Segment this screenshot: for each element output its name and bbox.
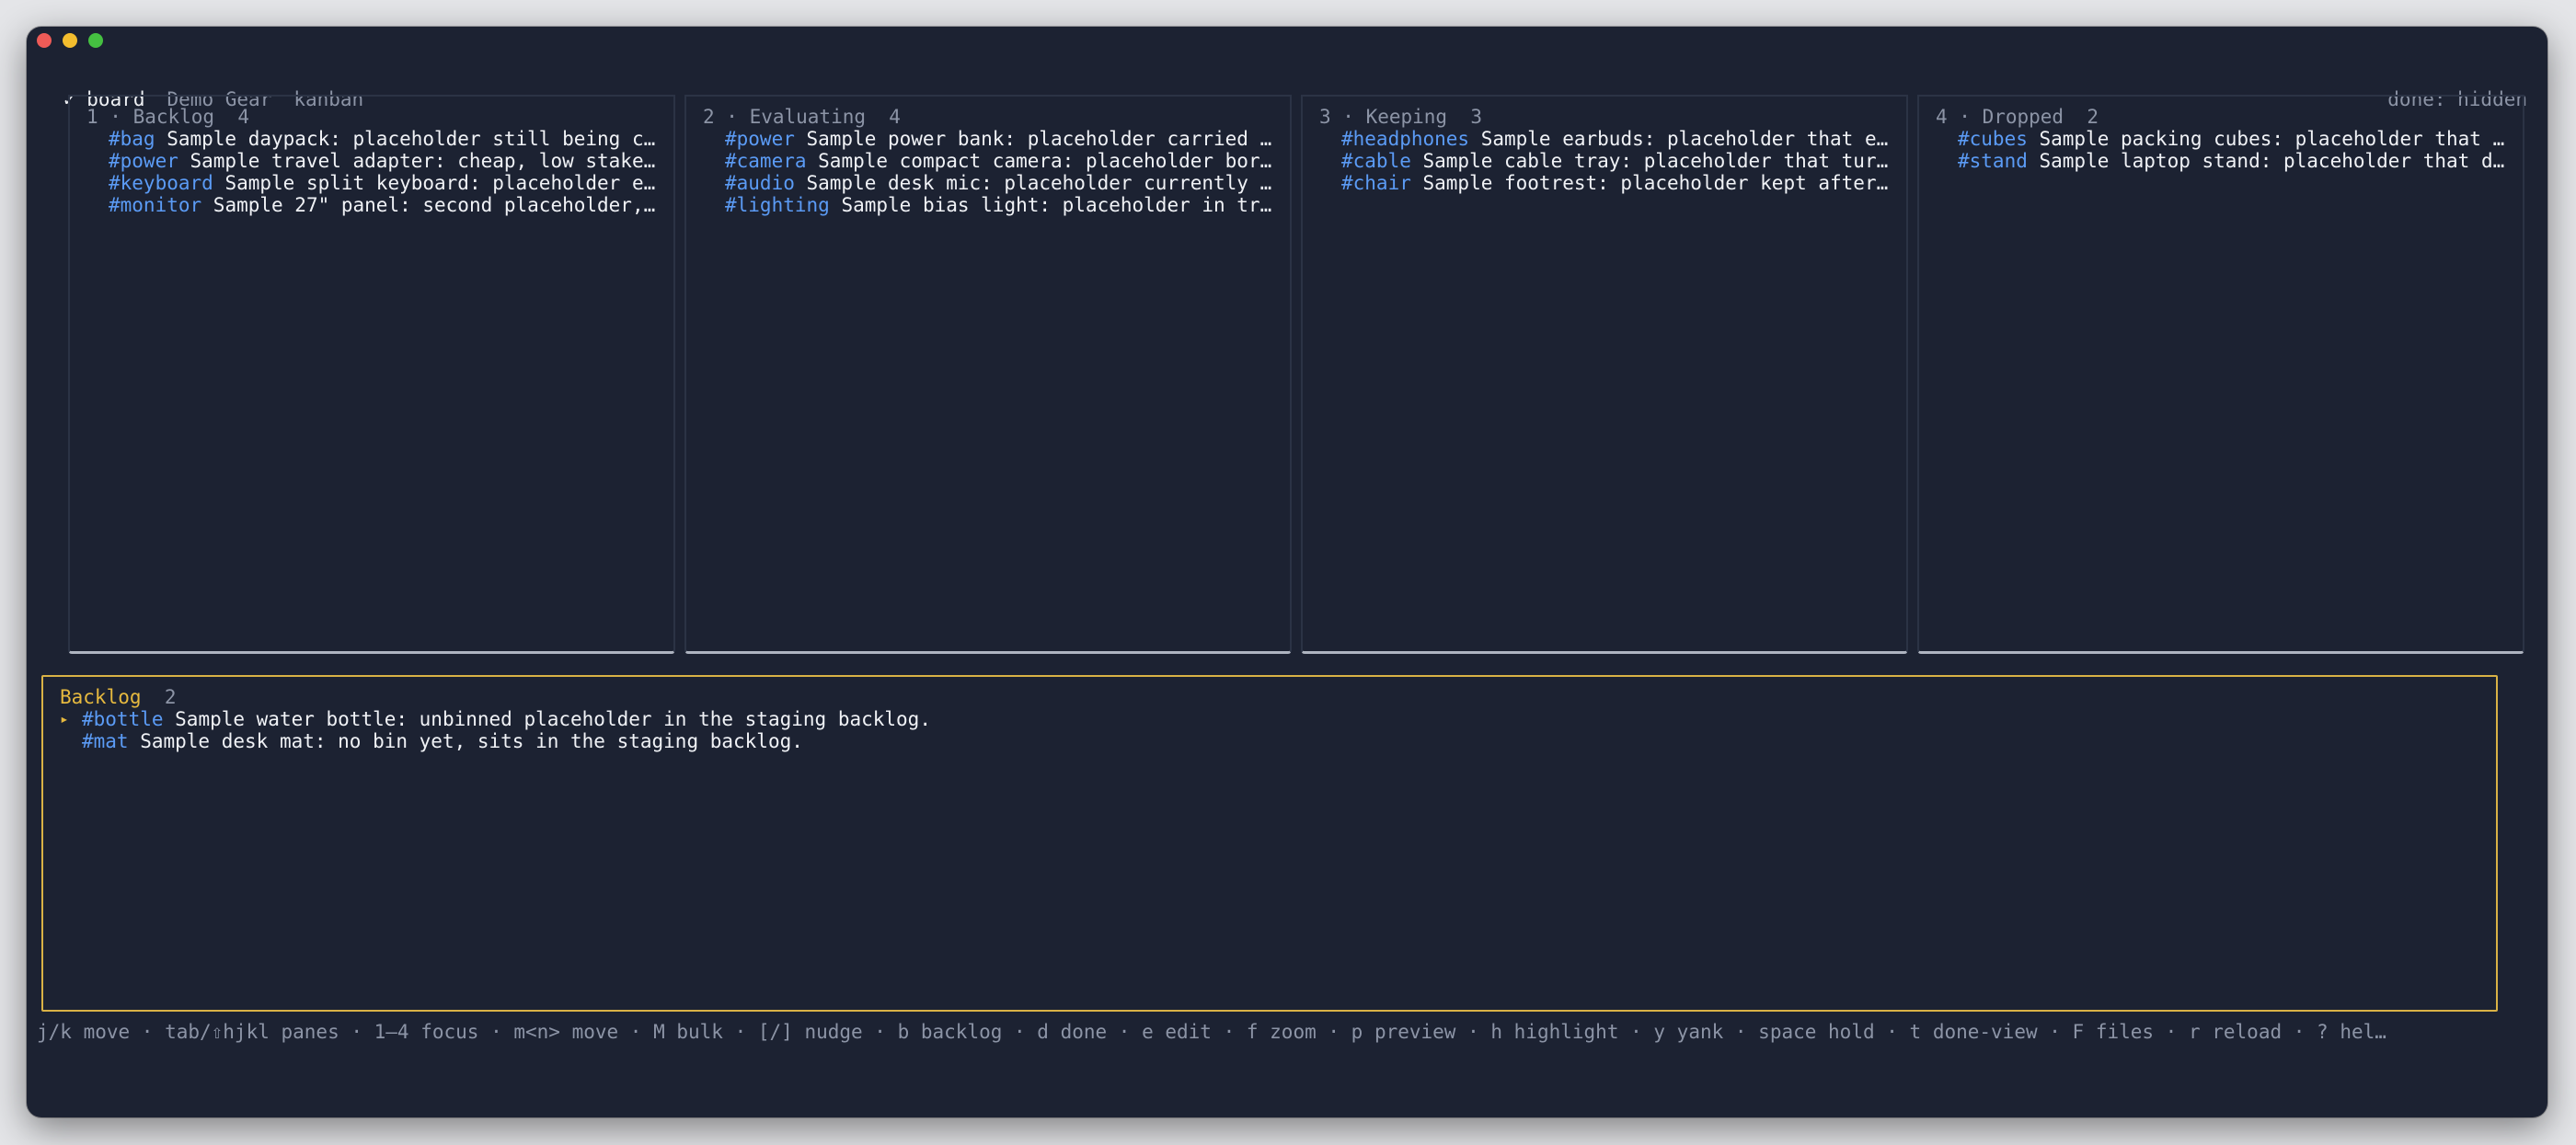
card-item[interactable]: #monitor Sample 27" panel: second placeh… bbox=[109, 194, 659, 216]
card-text: Sample 27" panel: second placeholder, no… bbox=[213, 194, 659, 216]
card-tag: #keyboard bbox=[109, 172, 213, 194]
card-item[interactable]: #keyboard Sample split keyboard: placeho… bbox=[109, 172, 659, 194]
card-text: Sample desk mic: placeholder currently b… bbox=[806, 172, 1276, 194]
card-list: #power Sample power bank: placeholder ca… bbox=[725, 128, 1275, 216]
backlog-card-selected[interactable]: ▸ #bottle Sample water bottle: unbinned p… bbox=[60, 708, 2481, 730]
backlog-header: Backlog 2 bbox=[60, 686, 176, 708]
card-item[interactable]: #lighting Sample bias light: placeholder… bbox=[725, 194, 1275, 216]
column-keeping[interactable]: 3 · Keeping 3 #headphones Sample earbuds… bbox=[1301, 95, 1908, 654]
card-text: Sample footrest: placeholder kept after … bbox=[1422, 172, 1892, 194]
column-evaluating[interactable]: 2 · Evaluating 4 #power Sample power ban… bbox=[684, 95, 1292, 654]
card-tag: #power bbox=[109, 150, 178, 172]
selection-marker-icon: ▸ bbox=[60, 710, 69, 727]
card-list: #bag Sample daypack: placeholder still b… bbox=[109, 128, 659, 216]
card-item[interactable]: #audio Sample desk mic: placeholder curr… bbox=[725, 172, 1275, 194]
card-text: Sample daypack: placeholder still being … bbox=[167, 128, 659, 150]
backlog-count: 2 bbox=[164, 686, 177, 708]
card-item[interactable]: #power Sample travel adapter: cheap, low… bbox=[109, 150, 659, 172]
card-tag: #cable bbox=[1341, 150, 1411, 172]
backlog-card-list: ▸ #bottle Sample water bottle: unbinned p… bbox=[60, 708, 2481, 752]
column-header: 4 · Dropped 2 bbox=[1936, 106, 2099, 128]
column-dropped[interactable]: 4 · Dropped 2 #cubes Sample packing cube… bbox=[1917, 95, 2524, 654]
backlog-title: Backlog bbox=[60, 686, 142, 708]
column-header: 3 · Keeping 3 bbox=[1319, 106, 1483, 128]
card-text: Sample earbuds: placeholder that earned … bbox=[1480, 128, 1892, 150]
card-tag: #stand bbox=[1958, 150, 2028, 172]
card-list: #cubes Sample packing cubes: placeholder… bbox=[1958, 128, 2508, 172]
card-text: Sample laptop stand: placeholder that di… bbox=[2039, 150, 2509, 172]
card-text: Sample bias light: placeholder in trial … bbox=[841, 194, 1275, 216]
window-controls bbox=[37, 33, 103, 48]
card-tag: #lighting bbox=[725, 194, 830, 216]
card-tag: #bottle bbox=[82, 708, 164, 730]
column-header: 1 · Backlog 4 bbox=[86, 106, 250, 128]
card-text: Sample power bank: placeholder carried o… bbox=[806, 128, 1276, 150]
card-text: Sample split keyboard: placeholder entry… bbox=[224, 172, 659, 194]
card-tag: #audio bbox=[725, 172, 795, 194]
card-text: Sample packing cubes: placeholder that d… bbox=[2039, 128, 2509, 150]
column-backlog[interactable]: 1 · Backlog 4 #bag Sample daypack: place… bbox=[68, 95, 675, 654]
card-item[interactable]: #stand Sample laptop stand: placeholder … bbox=[1958, 150, 2508, 172]
card-item[interactable]: #camera Sample compact camera: placehold… bbox=[725, 150, 1275, 172]
close-window-button[interactable] bbox=[37, 33, 52, 48]
minimize-window-button[interactable] bbox=[63, 33, 77, 48]
card-list: #headphones Sample earbuds: placeholder … bbox=[1341, 128, 1892, 194]
card-item[interactable]: #power Sample power bank: placeholder ca… bbox=[725, 128, 1275, 150]
card-text: Sample compact camera: placeholder borro… bbox=[818, 150, 1275, 172]
card-text: Sample travel adapter: cheap, low stakes… bbox=[190, 150, 660, 172]
card-tag: #power bbox=[725, 128, 795, 150]
card-item[interactable]: #chair Sample footrest: placeholder kept… bbox=[1341, 172, 1892, 194]
column-header: 2 · Evaluating 4 bbox=[703, 106, 901, 128]
card-tag: #monitor bbox=[109, 194, 202, 216]
card-item[interactable]: #headphones Sample earbuds: placeholder … bbox=[1341, 128, 1892, 150]
zoom-window-button[interactable] bbox=[88, 33, 103, 48]
card-text: Sample water bottle: unbinned placeholde… bbox=[163, 708, 931, 730]
card-tag: #mat bbox=[82, 730, 129, 752]
backlog-card[interactable]: #mat Sample desk mat: no bin yet, sits i… bbox=[60, 730, 2481, 752]
card-item[interactable]: #cubes Sample packing cubes: placeholder… bbox=[1958, 128, 2508, 150]
card-item[interactable]: #cable Sample cable tray: placeholder th… bbox=[1341, 150, 1892, 172]
card-tag: #bag bbox=[109, 128, 155, 150]
card-item[interactable]: #bag Sample daypack: placeholder still b… bbox=[109, 128, 659, 150]
keybinding-help-bar: j/k move · tab/⇧hjkl panes · 1–4 focus ·… bbox=[37, 1021, 2386, 1043]
card-tag: #cubes bbox=[1958, 128, 2028, 150]
card-tag: #camera bbox=[725, 150, 807, 172]
card-tag: #chair bbox=[1341, 172, 1411, 194]
card-text: Sample desk mat: no bin yet, sits in the… bbox=[128, 730, 803, 752]
card-text: Sample cable tray: placeholder that turn… bbox=[1422, 150, 1892, 172]
card-tag: #headphones bbox=[1341, 128, 1470, 150]
staging-backlog-pane[interactable]: Backlog 2 ▸ #bottle Sample water bottle: … bbox=[41, 675, 2498, 1012]
